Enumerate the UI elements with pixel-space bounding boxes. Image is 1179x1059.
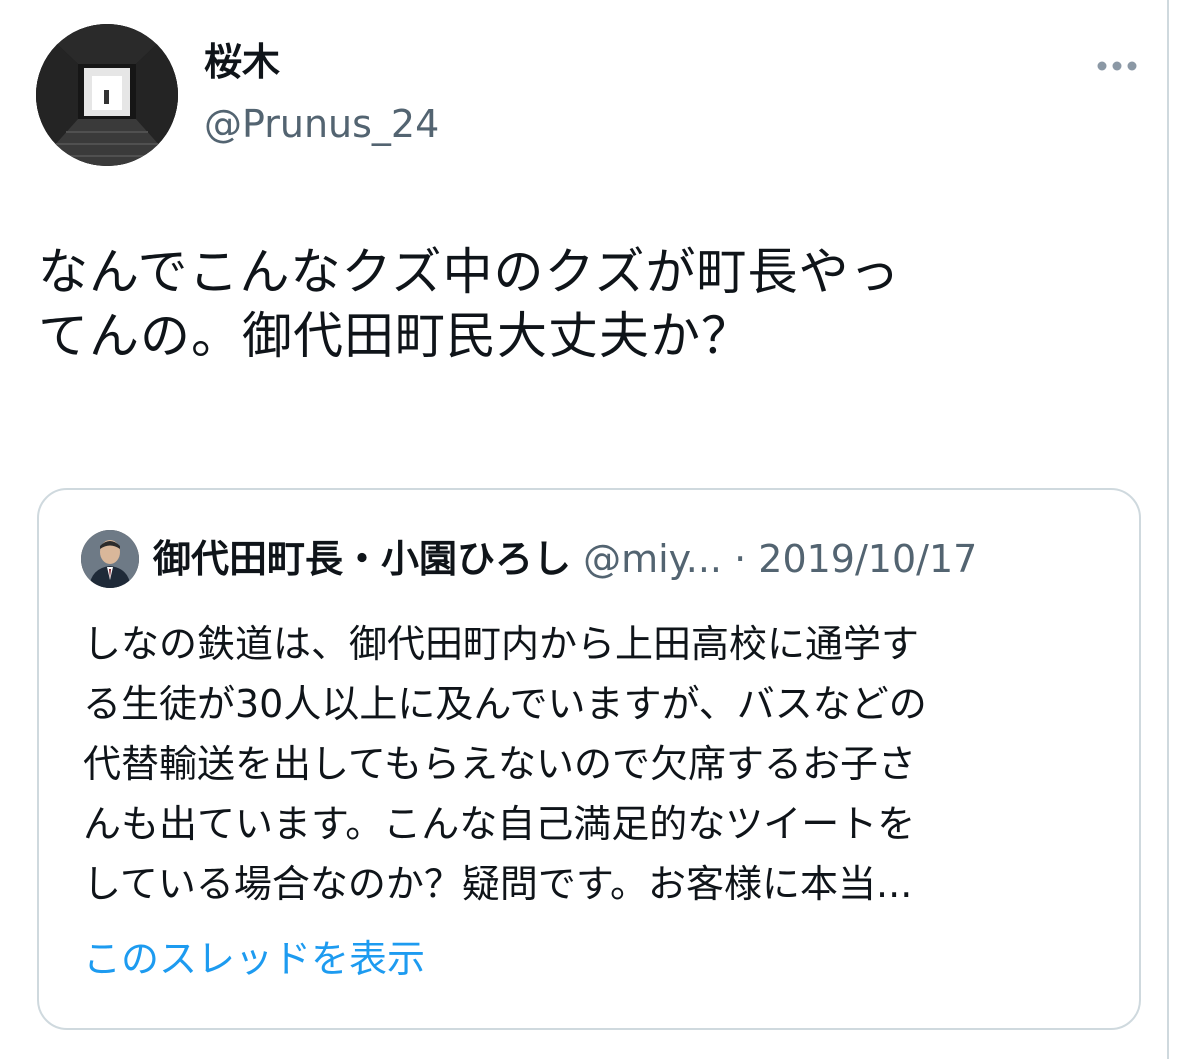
more-options-icon[interactable]	[1094, 58, 1140, 74]
quoted-text-line: 代替輸送を出してもらえないので欠席するお子さ	[83, 742, 916, 786]
quoted-tweet-card[interactable]: 御代田町長・小園ひろし @miy... · 2019/10/17 しなの鉄道は、…	[37, 488, 1141, 1030]
tweet-text-line: なんでこんなクズ中のクズが町長やっ	[38, 243, 901, 301]
tweet-text-line: てんの。御代田町民大丈夫か？	[38, 307, 752, 365]
scroll-edge-divider	[1167, 0, 1169, 1059]
quoted-text-line: る生徒が30人以上に及んでいますが、バスなどの	[83, 682, 927, 726]
tweet-view: 桜木 @Prunus_24 なんでこんなクズ中のクズが町長やっ てんの。御代田町…	[0, 0, 1179, 1059]
author-handle[interactable]: @Prunus_24	[204, 100, 439, 148]
profile-photo-man-icon	[81, 530, 139, 588]
profile-photo-icon	[36, 24, 178, 166]
show-thread-link[interactable]: このスレッドを表示	[83, 934, 425, 984]
quoted-tweet-text: しなの鉄道は、御代田町内から上田高校に通学す る生徒が30人以上に及んでいますが…	[83, 614, 1123, 914]
quoted-display-name[interactable]: 御代田町長・小園ひろし	[153, 537, 571, 581]
quoted-text-line: んも出ています。こんな自己満足的なツイートを	[83, 802, 916, 846]
author-display-name[interactable]: 桜木	[204, 38, 280, 86]
quoted-author-avatar[interactable]	[81, 530, 139, 588]
quoted-header: 御代田町長・小園ひろし @miy... · 2019/10/17	[153, 534, 1113, 588]
quoted-handle[interactable]: @miy...	[583, 537, 722, 581]
author-avatar[interactable]	[36, 24, 178, 166]
quoted-text-line: しなの鉄道は、御代田町内から上田高校に通学す	[83, 622, 920, 666]
tweet-text: なんでこんなクズ中のクズが町長やっ てんの。御代田町民大丈夫か？	[38, 240, 1138, 368]
quoted-date[interactable]: 2019/10/17	[758, 537, 977, 581]
header-separator: ·	[734, 537, 747, 581]
quoted-text-line: している場合なのか？疑問です。お客様に本当...	[83, 862, 913, 906]
